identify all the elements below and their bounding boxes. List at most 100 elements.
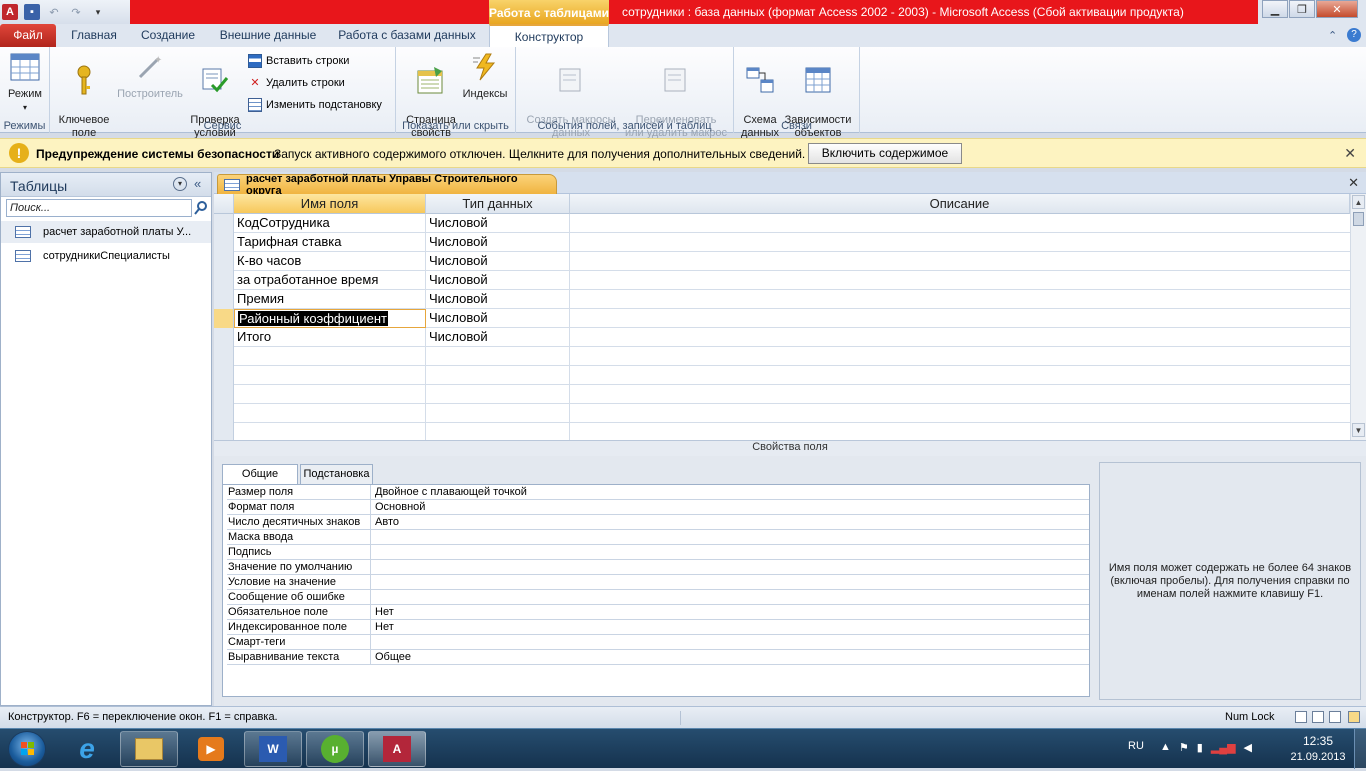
tab-general[interactable]: Общие — [222, 464, 298, 485]
row-selector[interactable] — [214, 214, 234, 233]
show-hidden-icons-icon[interactable]: ▲ — [1160, 741, 1171, 754]
field-name-cell[interactable] — [234, 404, 426, 423]
description-cell[interactable] — [570, 309, 1350, 328]
builder-button[interactable]: ✦ Построитель — [114, 50, 186, 101]
nav-title[interactable]: Таблицы — [10, 178, 67, 194]
design-view-icon[interactable] — [1348, 711, 1360, 723]
data-type-cell[interactable] — [426, 404, 570, 423]
property-value[interactable]: Общее — [375, 650, 411, 664]
field-name-cell[interactable]: Итого — [234, 328, 426, 347]
nav-search-input[interactable]: Поиск... — [6, 199, 192, 217]
field-name-cell[interactable] — [234, 366, 426, 385]
data-type-cell[interactable]: Числовой — [426, 309, 570, 328]
description-cell[interactable] — [570, 271, 1350, 290]
row-selector[interactable] — [214, 385, 234, 404]
search-icon[interactable] — [194, 201, 208, 215]
field-name-cell-selected[interactable]: Районный коэффициент — [234, 309, 426, 328]
tab-constructor[interactable]: Конструктор — [489, 24, 609, 47]
tab-external-data[interactable]: Внешние данные — [212, 24, 324, 47]
clock-date[interactable]: 21.09.2013 — [1280, 751, 1356, 763]
show-desktop-button[interactable] — [1354, 729, 1366, 769]
field-name-cell[interactable]: Тарифная ставка — [234, 233, 426, 252]
nav-item-salary-table[interactable]: расчет заработной платы У... — [1, 221, 211, 243]
security-message[interactable]: Запуск активного содержимого отключен. Щ… — [274, 147, 805, 161]
row-selector[interactable] — [214, 404, 234, 423]
pivottable-view-icon[interactable] — [1312, 711, 1324, 723]
nav-item-employees-table[interactable]: сотрудникиСпециалисты — [1, 245, 211, 267]
internet-explorer-icon[interactable]: e — [58, 731, 116, 767]
enable-content-button[interactable]: Включить содержимое — [808, 143, 962, 164]
field-name-cell[interactable]: за отработанное время — [234, 271, 426, 290]
tab-database-tools[interactable]: Работа с базами данных — [334, 24, 480, 47]
vertical-scrollbar[interactable]: ▲ ▼ — [1350, 194, 1366, 440]
customize-qat-icon[interactable]: ▾ — [90, 4, 106, 20]
media-player-icon[interactable]: ▶ — [182, 731, 240, 767]
data-type-cell[interactable]: Числовой — [426, 271, 570, 290]
description-cell[interactable] — [570, 290, 1350, 309]
property-value[interactable]: Нет — [375, 620, 394, 634]
data-type-cell[interactable]: Числовой — [426, 290, 570, 309]
row-selector[interactable] — [214, 366, 234, 385]
scroll-thumb[interactable] — [1353, 212, 1364, 226]
row-selector[interactable] — [214, 347, 234, 366]
row-selector[interactable] — [214, 252, 234, 271]
access-taskbar-icon[interactable]: A — [368, 731, 426, 767]
close-document-icon[interactable]: ✕ — [1348, 175, 1359, 191]
undo-icon[interactable]: ↶ — [46, 4, 62, 20]
access-app-icon[interactable]: A — [2, 4, 18, 20]
property-row[interactable]: Обязательное поле Нет — [227, 605, 1089, 620]
property-value[interactable]: Нет — [375, 605, 394, 619]
property-row[interactable]: Формат поля Основной — [227, 500, 1089, 515]
property-row[interactable]: Сообщение об ошибке — [227, 590, 1089, 605]
row-selector[interactable] — [214, 271, 234, 290]
scroll-up-icon[interactable]: ▲ — [1352, 195, 1365, 209]
property-value[interactable]: Авто — [375, 515, 399, 529]
insert-rows-button[interactable]: Вставить строки — [248, 54, 349, 68]
row-selector[interactable] — [214, 290, 234, 309]
redo-icon[interactable]: ↷ — [68, 4, 84, 20]
tab-home[interactable]: Главная — [66, 24, 122, 47]
tab-file[interactable]: Файл — [0, 24, 56, 47]
tab-lookup[interactable]: Подстановка — [300, 464, 373, 484]
field-name-cell[interactable]: КодСотрудника — [234, 214, 426, 233]
data-type-cell[interactable] — [426, 385, 570, 404]
property-row[interactable]: Индексированное поле Нет — [227, 620, 1089, 635]
volume-icon[interactable]: ◀ — [1244, 741, 1252, 754]
start-button[interactable] — [8, 731, 46, 767]
collapse-ribbon-icon[interactable]: ⌃ — [1328, 29, 1337, 42]
property-row[interactable]: Условие на значение — [227, 575, 1089, 590]
property-row[interactable]: Число десятичных знаков Авто — [227, 515, 1089, 530]
field-name-cell[interactable] — [234, 423, 426, 440]
word-icon[interactable]: W — [244, 731, 302, 767]
tab-create[interactable]: Создание — [134, 24, 202, 47]
property-row[interactable]: Размер поля Двойное с плавающей точкой — [227, 485, 1089, 500]
data-type-cell[interactable] — [426, 366, 570, 385]
language-indicator[interactable]: RU — [1128, 740, 1144, 752]
data-type-cell[interactable]: Числовой — [426, 214, 570, 233]
delete-rows-button[interactable]: ✕ Удалить строки — [248, 76, 344, 90]
description-cell[interactable] — [570, 252, 1350, 271]
property-row[interactable]: Выравнивание текста Общее — [227, 650, 1089, 665]
row-selector[interactable] — [214, 328, 234, 347]
explorer-icon[interactable] — [120, 731, 178, 767]
description-cell[interactable] — [570, 233, 1350, 252]
field-name-cell[interactable]: Премия — [234, 290, 426, 309]
battery-icon[interactable]: ▮ — [1197, 741, 1203, 754]
property-value[interactable]: Основной — [375, 500, 425, 514]
help-icon[interactable]: ? — [1347, 28, 1361, 42]
nav-menu-icon[interactable]: ▾ — [173, 177, 187, 191]
close-warning-icon[interactable]: ✕ — [1344, 145, 1356, 162]
description-cell[interactable] — [570, 328, 1350, 347]
property-value[interactable]: Двойное с плавающей точкой — [375, 485, 527, 499]
description-cell[interactable] — [570, 214, 1350, 233]
data-type-cell[interactable]: Числовой — [426, 252, 570, 271]
field-name-cell[interactable] — [234, 347, 426, 366]
property-row[interactable]: Значение по умолчанию — [227, 560, 1089, 575]
collapse-nav-icon[interactable]: « — [194, 176, 201, 191]
save-icon[interactable]: ▪ — [24, 4, 40, 20]
clock-time[interactable]: 12:35 — [1288, 734, 1348, 748]
mode-button[interactable]: Режим ▾ — [2, 50, 48, 114]
property-row[interactable]: Маска ввода — [227, 530, 1089, 545]
utorrent-icon[interactable]: µ — [306, 731, 364, 767]
data-type-cell[interactable] — [426, 423, 570, 440]
